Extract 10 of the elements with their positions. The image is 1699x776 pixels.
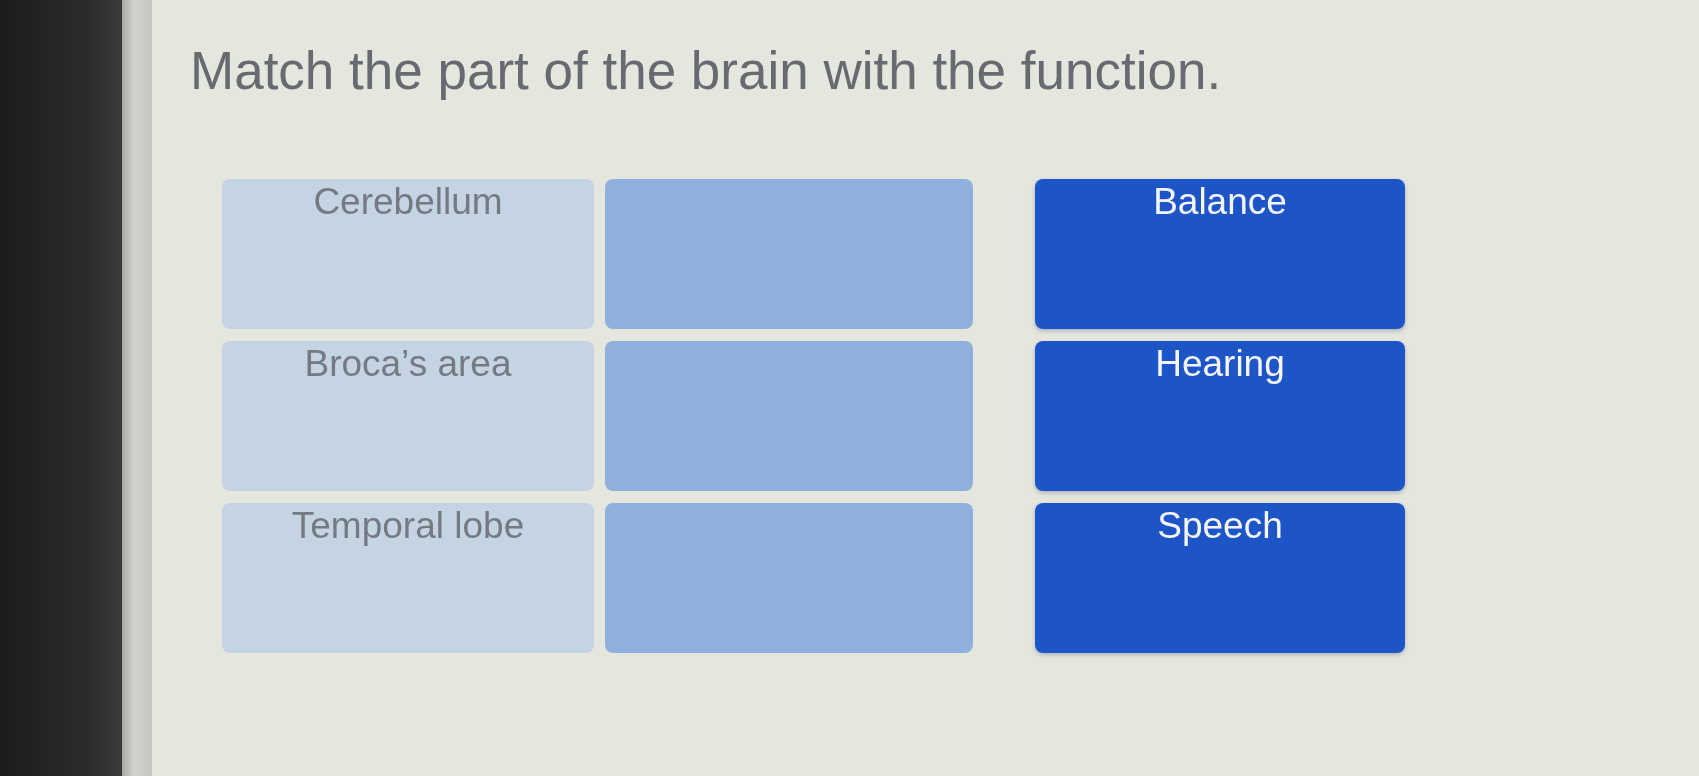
answer-tile[interactable]: Hearing <box>1035 341 1405 491</box>
question-text: Match the part of the brain with the function. <box>190 40 1222 102</box>
drop-zone[interactable] <box>605 503 973 653</box>
drop-zone[interactable] <box>605 179 973 329</box>
term-card: Broca’s area <box>222 341 594 491</box>
term-card: Temporal lobe <box>222 503 594 653</box>
drop-zone[interactable] <box>605 341 973 491</box>
term-card: Cerebellum <box>222 179 594 329</box>
answer-tile[interactable]: Speech <box>1035 503 1405 653</box>
answer-tile[interactable]: Balance <box>1035 179 1405 329</box>
